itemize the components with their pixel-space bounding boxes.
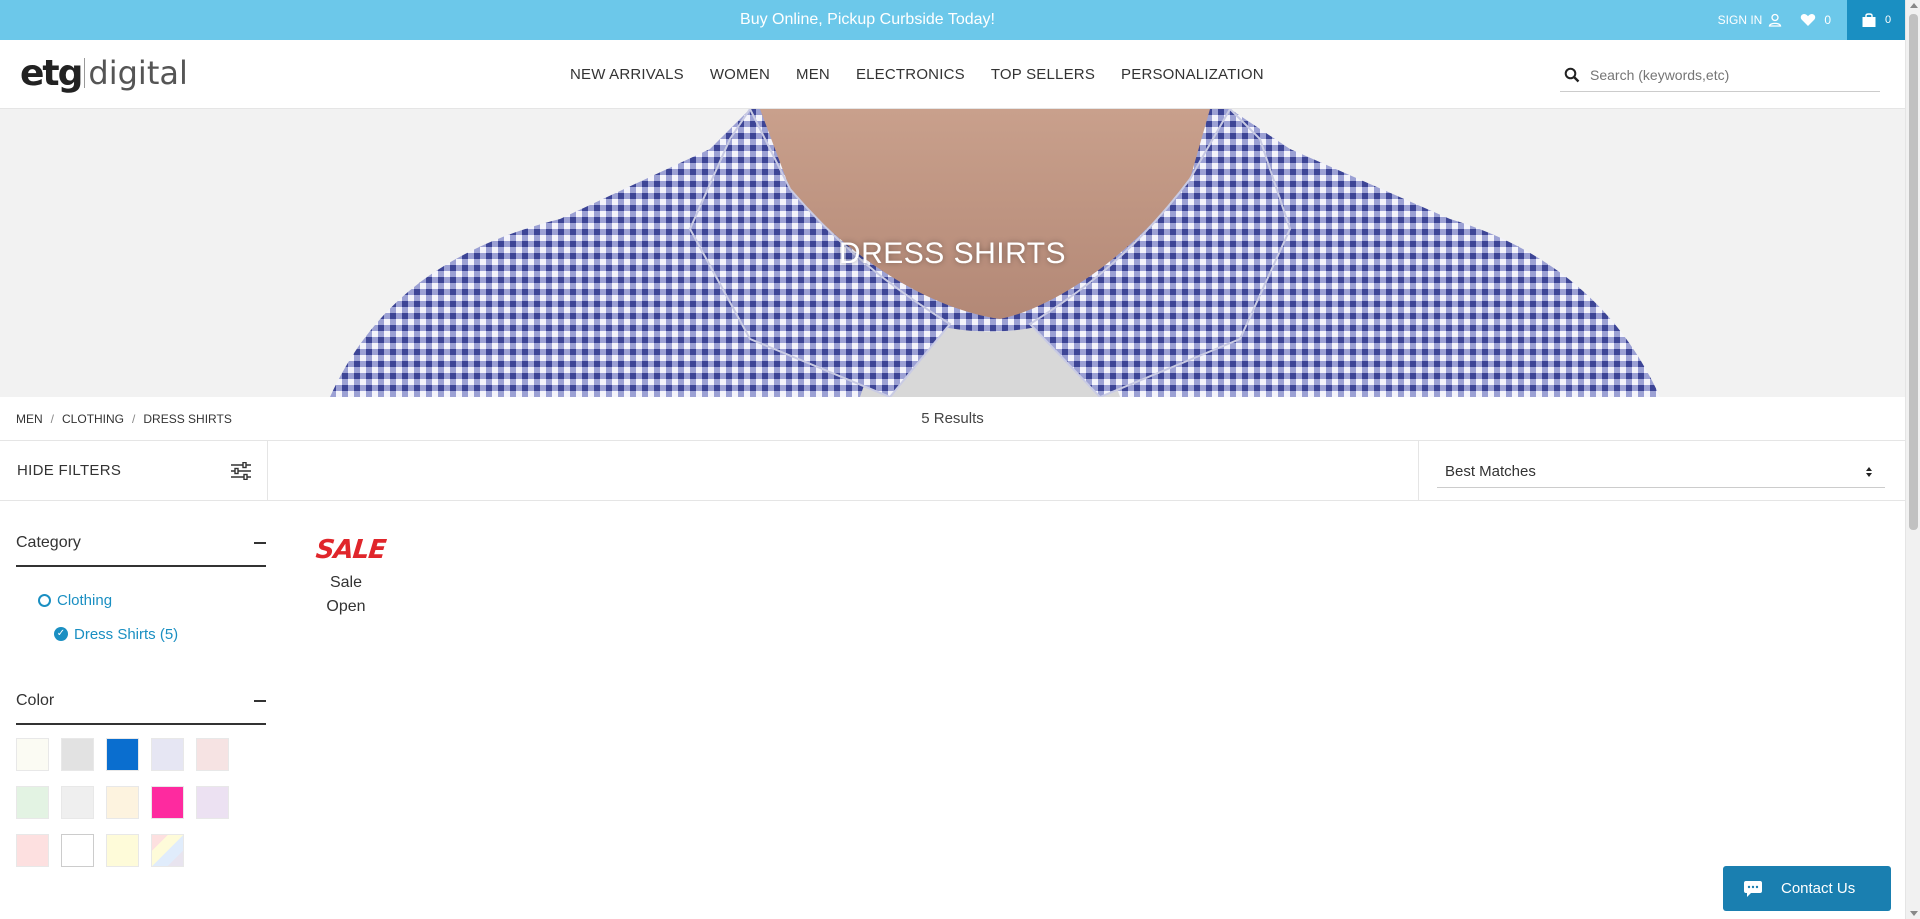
category-clothing[interactable]: Clothing bbox=[16, 583, 266, 617]
wishlist-count: 0 bbox=[1824, 13, 1831, 27]
promo-text: Buy Online, Pickup Curbside Today! bbox=[740, 11, 995, 28]
logo-digital: digital bbox=[88, 54, 188, 92]
color-swatch[interactable] bbox=[16, 834, 49, 867]
color-facet-title: Color bbox=[16, 692, 55, 709]
nav-men[interactable]: MEN bbox=[796, 66, 830, 83]
cart-button[interactable]: 0 bbox=[1847, 0, 1905, 40]
promo-bar: Buy Online, Pickup Curbside Today! SIGN … bbox=[0, 0, 1905, 40]
sliders-icon bbox=[231, 461, 251, 480]
sale-badge: SALE bbox=[314, 535, 387, 565]
nav-electronics[interactable]: ELECTRONICS bbox=[856, 66, 965, 83]
product-name-line2: Open bbox=[326, 598, 366, 615]
filter-sidebar: Category Clothing ✓ Dress Shirts (5) Col… bbox=[16, 501, 266, 867]
category-dress-shirts[interactable]: ✓ Dress Shirts (5) bbox=[16, 617, 266, 651]
heart-icon bbox=[1801, 13, 1816, 26]
page-scrollbar[interactable] bbox=[1905, 0, 1920, 919]
color-swatch[interactable] bbox=[196, 738, 229, 771]
results-count: 5 Results bbox=[921, 410, 984, 427]
product-name-line1: Sale bbox=[329, 574, 363, 591]
color-swatch[interactable] bbox=[106, 738, 139, 771]
nav-women[interactable]: WOMEN bbox=[710, 66, 770, 83]
category-label: Clothing bbox=[57, 591, 113, 609]
search-box bbox=[1560, 58, 1880, 92]
contact-us-button[interactable]: Contact Us bbox=[1723, 866, 1891, 911]
sort-caret-icon bbox=[1866, 466, 1872, 477]
category-label: Dress Shirts (5) bbox=[74, 625, 179, 643]
shopping-bag-icon bbox=[1862, 13, 1876, 27]
check-circle-icon: ✓ bbox=[54, 627, 68, 641]
breadcrumb-row: MEN / CLOTHING / DRESS SHIRTS 5 Results bbox=[0, 397, 1905, 441]
product-tile[interactable]: SALE Sale Open bbox=[314, 535, 386, 619]
category-list: Clothing ✓ Dress Shirts (5) bbox=[16, 567, 266, 671]
nav-top-sellers[interactable]: TOP SELLERS bbox=[991, 66, 1095, 83]
nav-new-arrivals[interactable]: NEW ARRIVALS bbox=[570, 66, 684, 83]
chat-icon bbox=[1744, 880, 1762, 897]
sort-selected-value: Best Matches bbox=[1445, 463, 1536, 480]
product-name[interactable]: Sale Open bbox=[316, 571, 376, 619]
signin-link[interactable]: SIGN IN bbox=[1718, 13, 1783, 27]
listing-toolbar: HIDE FILTERS Best Matches bbox=[0, 441, 1905, 501]
color-swatch[interactable] bbox=[106, 834, 139, 867]
color-facet-header[interactable]: Color bbox=[16, 671, 266, 725]
color-swatch[interactable] bbox=[151, 738, 184, 771]
user-icon bbox=[1769, 13, 1782, 27]
color-swatch[interactable] bbox=[61, 786, 94, 819]
hide-filters-button[interactable]: HIDE FILTERS bbox=[0, 441, 268, 500]
collapse-icon bbox=[254, 700, 266, 702]
contact-us-label: Contact Us bbox=[1781, 880, 1856, 897]
color-swatch[interactable] bbox=[106, 786, 139, 819]
color-swatches bbox=[16, 725, 266, 867]
color-swatch[interactable] bbox=[151, 786, 184, 819]
scrollbar-thumb[interactable] bbox=[1909, 14, 1918, 530]
signin-label: SIGN IN bbox=[1717, 13, 1763, 27]
collapse-icon bbox=[254, 542, 266, 544]
radio-empty-icon bbox=[38, 593, 51, 607]
hero-banner: DRESS SHIRTS bbox=[0, 109, 1905, 397]
nav-personalization[interactable]: PERSONALIZATION bbox=[1121, 66, 1264, 83]
scroll-up-arrow-icon[interactable] bbox=[1910, 3, 1918, 8]
wishlist-link[interactable]: 0 bbox=[1800, 13, 1831, 27]
color-swatch-multi[interactable] bbox=[151, 834, 184, 867]
category-facet-title: Category bbox=[16, 534, 81, 551]
site-logo[interactable]: etg digital bbox=[20, 50, 188, 96]
color-swatch[interactable] bbox=[16, 786, 49, 819]
hide-filters-label: HIDE FILTERS bbox=[17, 462, 122, 479]
logo-divider bbox=[84, 58, 86, 88]
sort-select[interactable]: Best Matches bbox=[1437, 456, 1885, 488]
category-facet-header[interactable]: Category bbox=[16, 501, 266, 567]
site-header: etg digital NEW ARRIVALS WOMEN MEN ELECT… bbox=[0, 40, 1905, 109]
account-area: SIGN IN 0 0 bbox=[1718, 0, 1905, 40]
search-input[interactable] bbox=[1590, 66, 1870, 83]
color-swatch[interactable] bbox=[16, 738, 49, 771]
color-swatch[interactable] bbox=[61, 738, 94, 771]
color-swatch[interactable] bbox=[196, 786, 229, 819]
main-nav: NEW ARRIVALS WOMEN MEN ELECTRONICS TOP S… bbox=[570, 40, 1264, 108]
page-title: DRESS SHIRTS bbox=[838, 237, 1067, 270]
sort-area: Best Matches bbox=[1418, 441, 1905, 500]
search-icon[interactable] bbox=[1564, 67, 1580, 83]
logo-etg: etg bbox=[20, 52, 83, 94]
color-swatch[interactable] bbox=[61, 834, 94, 867]
cart-count: 0 bbox=[1884, 14, 1892, 26]
scroll-down-arrow-icon[interactable] bbox=[1910, 911, 1918, 916]
